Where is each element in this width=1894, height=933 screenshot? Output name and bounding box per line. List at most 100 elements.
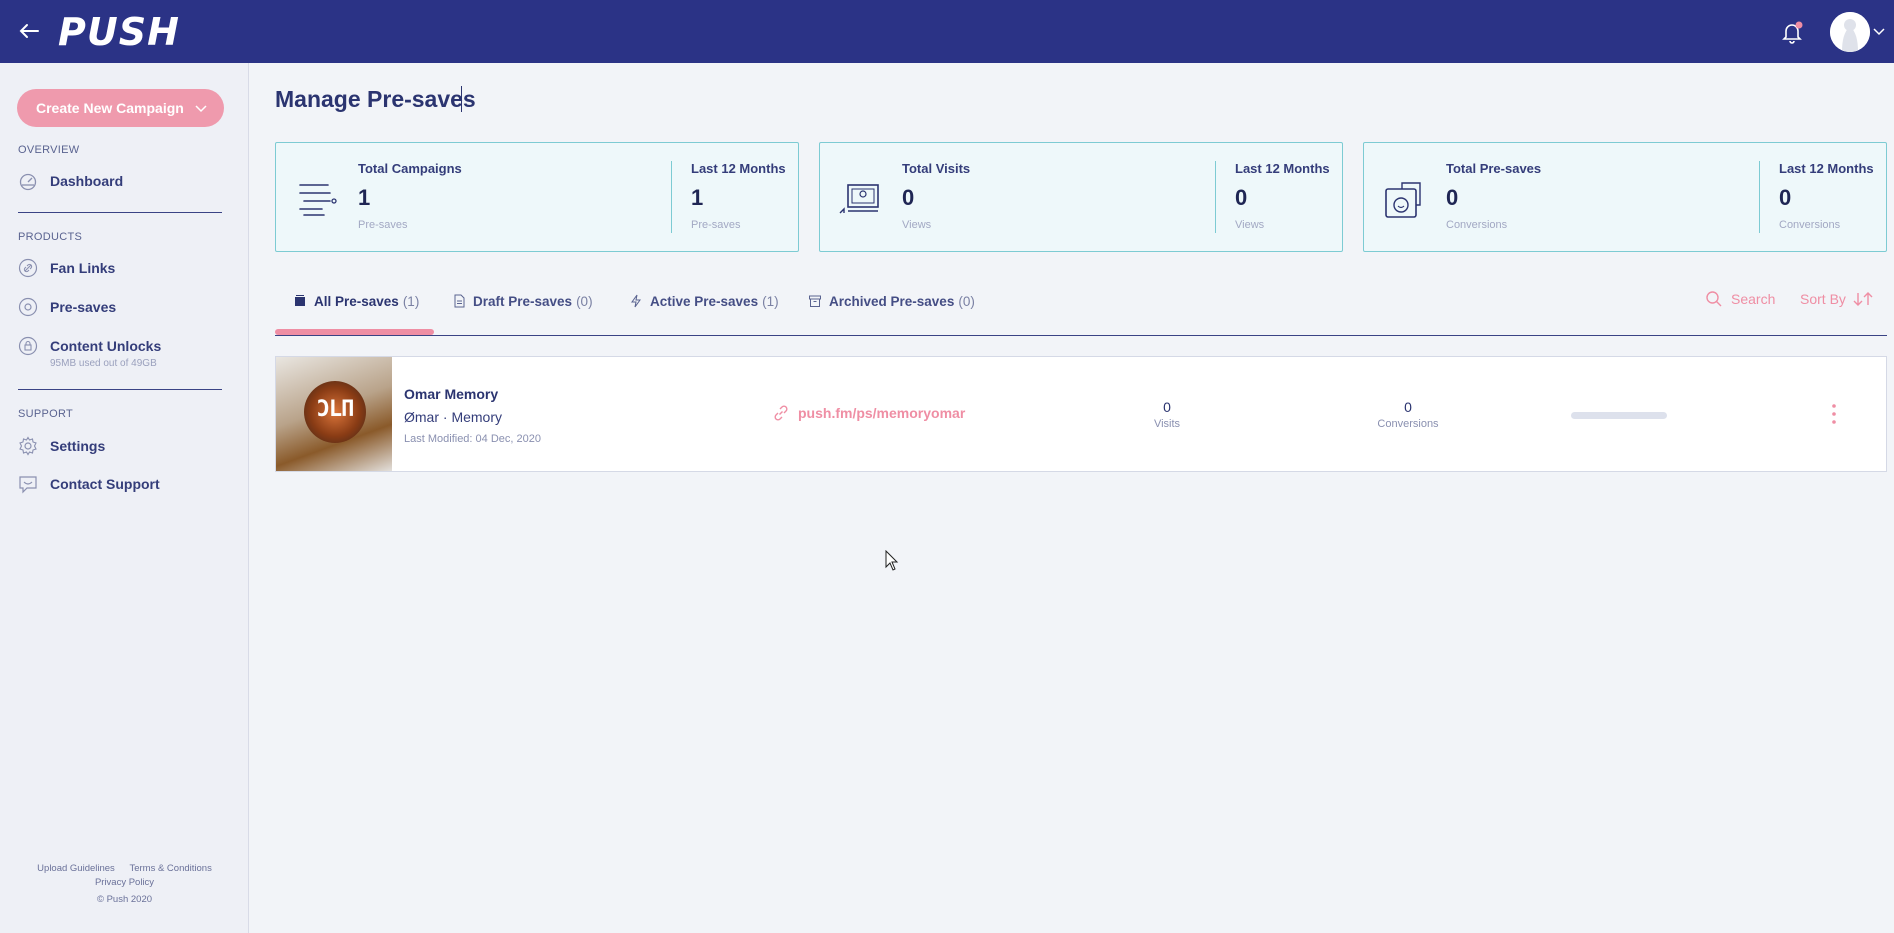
stat-divider bbox=[1215, 161, 1216, 233]
stat-card-visits: Total Visits 0 Views Last 12 Months 0 Vi… bbox=[819, 142, 1343, 252]
stat-divider bbox=[1759, 161, 1760, 233]
mouse-cursor-icon bbox=[885, 550, 899, 571]
privacy-policy-link[interactable]: Privacy Policy bbox=[0, 876, 249, 890]
sidebar-divider bbox=[18, 389, 222, 390]
create-new-campaign-label: Create New Campaign bbox=[36, 100, 184, 116]
push-logo[interactable]: PUSH bbox=[58, 10, 180, 54]
conversions-value: 0 bbox=[1404, 399, 1412, 415]
user-avatar[interactable] bbox=[1830, 12, 1870, 52]
create-new-campaign-button[interactable]: Create New Campaign bbox=[17, 89, 224, 127]
section-label-overview: OVERVIEW bbox=[18, 144, 80, 156]
sidebar-item-dashboard[interactable]: Dashboard bbox=[18, 169, 123, 193]
stat-value-12m: 0 bbox=[1779, 185, 1792, 210]
stat-label: Total Visits bbox=[902, 161, 971, 176]
chat-support-icon bbox=[19, 476, 37, 494]
lock-icon bbox=[18, 336, 38, 356]
page-title: Manage Pre-saves bbox=[275, 86, 476, 112]
campaign-title[interactable]: Omar Memory bbox=[404, 386, 498, 402]
search-button[interactable]: Search bbox=[1705, 290, 1775, 308]
chevron-down-icon[interactable] bbox=[1872, 24, 1886, 38]
sidebar-item-contact-support[interactable]: Contact Support bbox=[18, 472, 160, 496]
campaign-list-icon bbox=[299, 184, 337, 216]
gear-icon bbox=[19, 436, 37, 456]
sidebar-item-label: Fan Links bbox=[50, 260, 116, 276]
visits-value: 0 bbox=[1163, 399, 1171, 415]
conversion-progress-bar bbox=[1571, 412, 1667, 419]
stat-value-12m: 0 bbox=[1235, 185, 1248, 210]
sidebar-item-label: Settings bbox=[50, 438, 106, 454]
tab-all-presaves[interactable]: All Pre-saves (1) bbox=[293, 288, 419, 314]
stat-sublabel: Pre-saves bbox=[358, 219, 408, 231]
stat-divider bbox=[671, 161, 672, 233]
active-tab-indicator bbox=[275, 329, 434, 335]
sort-arrows-icon bbox=[1853, 292, 1873, 306]
stat-sublabel: Conversions bbox=[1446, 219, 1508, 231]
tab-count: (0) bbox=[576, 293, 593, 309]
copyright-text: © Push 2020 bbox=[96, 894, 153, 905]
sort-by-label: Sort By bbox=[1800, 291, 1846, 307]
search-label: Search bbox=[1731, 291, 1776, 307]
draft-document-icon bbox=[454, 294, 465, 308]
sidebar-item-label: Content Unlocks bbox=[50, 338, 162, 354]
notification-bell-icon[interactable] bbox=[1778, 18, 1806, 46]
stat-label-12m: Last 12 Months bbox=[1779, 161, 1874, 176]
stat-value: 0 bbox=[902, 185, 915, 210]
conversions-icon bbox=[1385, 182, 1421, 218]
section-label-products: PRODUCTS bbox=[18, 231, 83, 243]
campaign-conversions: 0 Conversions bbox=[1348, 399, 1468, 430]
tab-active-presaves[interactable]: Active Pre-saves (1) bbox=[629, 288, 779, 314]
top-bar: PUSH bbox=[0, 0, 1894, 63]
stat-label-12m: Last 12 Months bbox=[691, 161, 786, 176]
upload-guidelines-link[interactable]: Upload Guidelines bbox=[37, 863, 115, 874]
search-icon bbox=[1706, 291, 1722, 307]
campaign-artwork: ƆLΠ bbox=[276, 357, 392, 471]
stat-label: Total Pre-saves bbox=[1446, 161, 1542, 176]
link-icon bbox=[774, 405, 788, 421]
visits-label: Visits bbox=[1153, 418, 1181, 430]
campaign-last-modified: Last Modified: 04 Dec, 2020 bbox=[404, 433, 541, 445]
conversions-label: Conversions bbox=[1377, 418, 1439, 430]
sidebar-item-pre-saves[interactable]: Pre-saves bbox=[18, 295, 116, 319]
tab-archived-presaves[interactable]: Archived Pre-saves (0) bbox=[808, 288, 975, 314]
sort-by-button[interactable]: Sort By bbox=[1800, 290, 1874, 308]
stat-value: 0 bbox=[1446, 185, 1459, 210]
more-options-icon[interactable] bbox=[1822, 401, 1846, 427]
tab-label: All Pre-saves bbox=[314, 293, 399, 309]
sidebar-item-fan-links[interactable]: Fan Links bbox=[18, 256, 115, 280]
campaign-link[interactable]: push.fm/ps/memoryomar bbox=[772, 404, 965, 422]
tab-label: Active Pre-saves bbox=[650, 293, 759, 309]
presave-tabs: All Pre-saves (1) Draft Pre-saves (0) Ac… bbox=[275, 286, 1887, 336]
stat-sublabel: Views bbox=[902, 219, 932, 231]
sidebar-item-settings[interactable]: Settings bbox=[18, 434, 105, 458]
lightning-icon bbox=[631, 294, 641, 308]
tab-count: (1) bbox=[402, 293, 420, 309]
stat-card-presaves: Total Pre-saves 0 Conversions Last 12 Mo… bbox=[1363, 142, 1887, 252]
back-arrow-icon[interactable] bbox=[14, 16, 44, 46]
stat-sublabel-12m: Pre-saves bbox=[691, 219, 741, 231]
link-icon bbox=[18, 258, 38, 278]
artwork-logo-text: ƆLΠ bbox=[316, 397, 355, 422]
chevron-down-icon bbox=[195, 105, 207, 113]
tab-label: Draft Pre-saves bbox=[473, 293, 573, 309]
sidebar-item-content-unlocks[interactable]: Content Unlocks bbox=[18, 334, 161, 358]
campaign-row[interactable]: ƆLΠ Omar Memory Ømar · Memory Last Modif… bbox=[275, 356, 1887, 472]
sidebar-footer-links: Upload Guidelines Terms & Conditions bbox=[0, 862, 249, 876]
presave-icon bbox=[18, 297, 38, 317]
sidebar: Create New Campaign OVERVIEW Dashboard P… bbox=[0, 63, 249, 933]
stat-value: 1 bbox=[358, 185, 371, 210]
tab-count: (0) bbox=[958, 293, 975, 309]
campaign-artist: Ømar · Memory bbox=[404, 409, 502, 425]
sidebar-item-label: Contact Support bbox=[50, 476, 160, 492]
tab-label: Archived Pre-saves bbox=[829, 293, 955, 309]
sidebar-divider bbox=[18, 212, 222, 213]
stat-value-12m: 1 bbox=[691, 185, 704, 210]
terms-link[interactable]: Terms & Conditions bbox=[129, 863, 211, 874]
sidebar-item-label: Pre-saves bbox=[50, 299, 117, 315]
sidebar-item-label: Dashboard bbox=[50, 173, 124, 189]
archive-box-icon bbox=[809, 295, 821, 307]
tab-count: (1) bbox=[762, 293, 779, 309]
stat-label-12m: Last 12 Months bbox=[1235, 161, 1330, 176]
tab-draft-presaves[interactable]: Draft Pre-saves (0) bbox=[452, 288, 593, 314]
stat-sublabel-12m: Views bbox=[1235, 219, 1265, 231]
campaign-link-text: push.fm/ps/memoryomar bbox=[798, 405, 966, 421]
